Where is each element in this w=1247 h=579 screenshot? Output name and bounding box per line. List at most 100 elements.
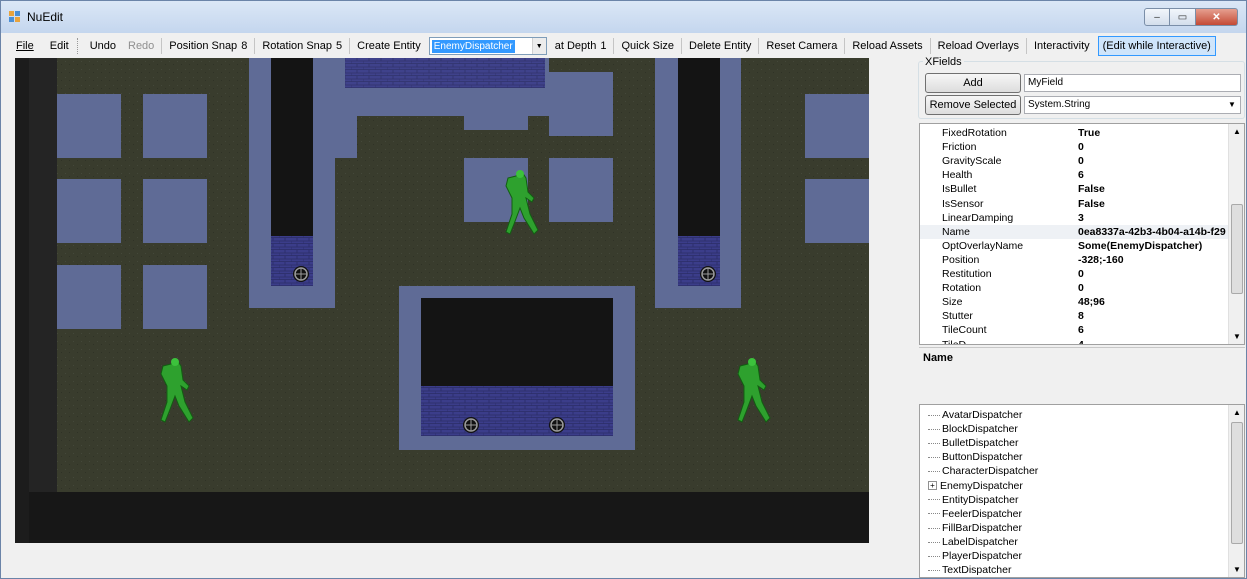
remove-selected-button[interactable]: Remove Selected [925, 95, 1021, 115]
property-row[interactable]: Friction 0 [920, 140, 1230, 154]
interactivity-button[interactable]: Interactivity [1028, 37, 1096, 55]
bottom-pit [29, 492, 869, 543]
add-field-button[interactable]: Add [925, 73, 1021, 93]
property-value[interactable]: 8 [1078, 309, 1228, 323]
close-button[interactable]: ✕ [1196, 8, 1238, 26]
tree-item[interactable]: BlockDispatcher [928, 422, 1018, 436]
property-row[interactable]: Health 6 [920, 168, 1230, 182]
expand-icon[interactable]: + [928, 481, 937, 491]
property-grid-scrollbar[interactable]: ▲ ▼ [1228, 124, 1244, 344]
rotation-snap-input[interactable]: 5 [332, 37, 348, 55]
redo-button[interactable]: Redo [122, 37, 160, 55]
toolbar-grip[interactable] [76, 38, 80, 54]
tree-item[interactable]: AvatarDispatcher [928, 408, 1022, 422]
scroll-down-icon[interactable]: ▼ [1230, 562, 1244, 577]
main-toolbar: File Edit Undo Redo Position Snap 8 Rota… [2, 34, 1245, 58]
property-name: TileCount [942, 324, 987, 337]
position-snap-input[interactable]: 8 [237, 37, 253, 55]
undo-button[interactable]: Undo [84, 37, 122, 55]
property-value[interactable]: 48;96 [1078, 295, 1228, 309]
toolbar-separator [681, 38, 683, 54]
tree-scrollbar[interactable]: ▲ ▼ [1228, 405, 1244, 577]
property-value[interactable]: 6 [1078, 323, 1228, 337]
delete-entity-button[interactable]: Delete Entity [683, 37, 757, 55]
menu-edit[interactable]: Edit [42, 37, 77, 55]
property-value[interactable]: False [1078, 182, 1228, 196]
xfields-legend: XFields [923, 56, 964, 68]
property-row[interactable]: Stutter 8 [920, 309, 1230, 323]
tree-item-label: FillBarDispatcher [942, 521, 1022, 534]
property-value[interactable]: True [1078, 126, 1228, 140]
scroll-thumb[interactable] [1231, 204, 1243, 294]
scroll-up-icon[interactable]: ▲ [1230, 124, 1244, 139]
tree-line [928, 471, 940, 473]
reset-camera-button[interactable]: Reset Camera [760, 37, 843, 55]
at-depth-input[interactable]: 1 [596, 37, 612, 55]
property-row[interactable]: IsSensor False [920, 197, 1230, 211]
property-value[interactable]: 3 [1078, 211, 1228, 225]
field-type-select[interactable]: System.String ▼ [1024, 96, 1241, 114]
chevron-down-icon[interactable]: ▼ [531, 38, 546, 54]
rotation-snap-label: Rotation Snap [262, 40, 333, 52]
property-value[interactable]: 0 [1078, 140, 1228, 154]
game-viewport[interactable] [15, 58, 869, 543]
property-row[interactable]: TileCount 6 [920, 323, 1230, 337]
property-row[interactable]: GravityScale 0 [920, 154, 1230, 168]
tree-item[interactable]: ButtonDispatcher [928, 450, 1023, 464]
tree-item[interactable]: TextDispatcher [928, 563, 1011, 577]
property-value[interactable]: 0 [1078, 154, 1228, 168]
create-entity-button[interactable]: Create Entity [351, 37, 427, 55]
property-value[interactable]: 6 [1078, 168, 1228, 182]
tree-item[interactable]: FillBarDispatcher [928, 521, 1022, 535]
property-row[interactable]: Rotation 0 [920, 281, 1230, 295]
tree-item[interactable]: FeelerDispatcher [928, 507, 1022, 521]
tree-line [928, 555, 940, 557]
property-value[interactable]: 0 [1078, 281, 1228, 295]
property-row[interactable]: Restitution 0 [920, 267, 1230, 281]
property-name: Size [942, 296, 963, 309]
quick-size-button[interactable]: Quick Size [615, 37, 680, 55]
tree-item-label: FeelerDispatcher [942, 507, 1022, 520]
property-row[interactable]: Size 48;96 [920, 295, 1230, 309]
property-row[interactable]: FixedRotation True [920, 126, 1230, 140]
tree-item[interactable]: EntityDispatcher [928, 493, 1018, 507]
property-value[interactable]: False [1078, 197, 1228, 211]
tree-item[interactable]: CharacterDispatcher [928, 464, 1038, 478]
property-row[interactable]: IsBullet False [920, 182, 1230, 196]
scroll-down-icon[interactable]: ▼ [1230, 329, 1244, 344]
property-row[interactable]: Position -328;-160 [920, 253, 1230, 267]
property-value[interactable]: -328;-160 [1078, 253, 1228, 267]
tree-item[interactable]: LabelDispatcher [928, 535, 1018, 549]
property-value[interactable]: 4 [1078, 338, 1228, 345]
chevron-down-icon[interactable]: ▼ [1225, 98, 1239, 112]
description-title: Name [923, 352, 953, 364]
scroll-up-icon[interactable]: ▲ [1230, 405, 1244, 420]
tree-item-label: EnemyDispatcher [940, 479, 1023, 492]
property-row[interactable]: TileD... 4 [920, 338, 1230, 345]
scene-canvas[interactable] [15, 58, 869, 543]
tree-item[interactable]: + EnemyDispatcher [928, 479, 1023, 493]
property-row[interactable]: Name 0ea8337a-42b3-4b04-a14b-f29 [920, 224, 1230, 239]
entity-type-combo[interactable]: EnemyDispatcher ▼ [428, 37, 547, 55]
property-value[interactable]: 0ea8337a-42b3-4b04-a14b-f29 [1078, 225, 1228, 239]
menu-file[interactable]: File [16, 37, 42, 55]
field-name-input[interactable]: MyField [1024, 74, 1241, 92]
edit-while-interactive-button[interactable]: (Edit while Interactive) [1097, 36, 1216, 56]
property-row[interactable]: LinearDamping 3 [920, 211, 1230, 225]
reload-overlays-button[interactable]: Reload Overlays [932, 37, 1025, 55]
property-value[interactable]: 0 [1078, 267, 1228, 281]
tree-item[interactable]: PlayerDispatcher [928, 549, 1022, 563]
title-bar[interactable]: NuEdit – ▭ ✕ [1, 1, 1246, 33]
tree-line [928, 442, 940, 444]
property-grid[interactable]: FixedRotation True Friction 0 GravityScale 0 H… [919, 123, 1245, 345]
minimize-button[interactable]: – [1144, 8, 1170, 26]
maximize-button[interactable]: ▭ [1170, 8, 1196, 26]
dispatcher-tree[interactable]: AvatarDispatcher BlockDispatcher BulletDis… [919, 404, 1245, 578]
tree-item[interactable]: BulletDispatcher [928, 436, 1018, 450]
scroll-thumb[interactable] [1231, 422, 1243, 544]
tree-item-label: BlockDispatcher [942, 423, 1018, 436]
property-row[interactable]: OptOverlayName Some(EnemyDispatcher) [920, 239, 1230, 253]
property-value[interactable]: Some(EnemyDispatcher) [1078, 239, 1228, 253]
tree-line [928, 527, 940, 529]
reload-assets-button[interactable]: Reload Assets [846, 37, 928, 55]
